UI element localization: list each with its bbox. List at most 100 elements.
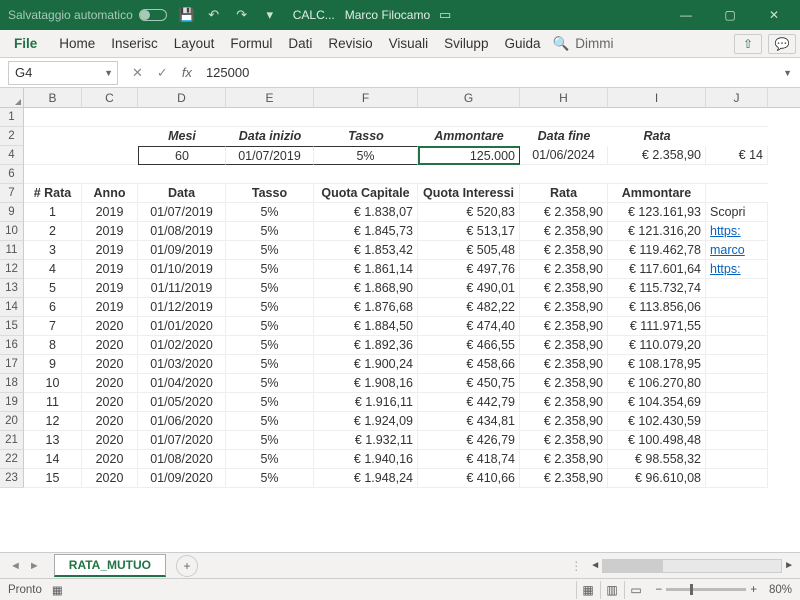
cell-data[interactable]: 01/11/2019 — [138, 279, 226, 298]
cell-tasso[interactable]: 5% — [226, 260, 314, 279]
cell-anno[interactable]: 2019 — [82, 298, 138, 317]
th-num[interactable]: # Rata — [24, 184, 82, 203]
tab-file[interactable]: File — [4, 36, 51, 51]
cell-num[interactable]: 6 — [24, 298, 82, 317]
minimize-button[interactable]: — — [664, 0, 708, 30]
label-mesi[interactable]: Mesi — [138, 127, 226, 146]
cell-num[interactable]: 5 — [24, 279, 82, 298]
autosave-toggle[interactable]: Salvataggio automatico — [8, 8, 167, 22]
th-qc[interactable]: Quota Capitale — [314, 184, 418, 203]
th-qi[interactable]: Quota Interessi — [418, 184, 520, 203]
cell-data[interactable]: 01/06/2020 — [138, 412, 226, 431]
row-header[interactable]: 9 — [0, 203, 24, 222]
cell[interactable] — [314, 108, 418, 127]
row-header[interactable]: 4 — [0, 146, 24, 165]
cell-quota-interessi[interactable]: € 482,22 — [418, 298, 520, 317]
cell-quota-capitale[interactable]: € 1.876,68 — [314, 298, 418, 317]
cell-rata[interactable]: € 2.358,90 — [520, 241, 608, 260]
cell-rata[interactable]: € 2.358,90 — [520, 298, 608, 317]
cell-tasso[interactable]: 5% — [226, 431, 314, 450]
label-ammontare[interactable]: Ammontare — [418, 127, 520, 146]
cell-rata[interactable]: € 2.358,90 — [520, 355, 608, 374]
cell-quota-capitale[interactable]: € 1.924,09 — [314, 412, 418, 431]
toggle-switch[interactable] — [139, 9, 167, 21]
cell-side[interactable] — [706, 279, 768, 298]
cell-side[interactable] — [706, 336, 768, 355]
cell-num[interactable]: 11 — [24, 393, 82, 412]
comments-button[interactable]: 💬 — [768, 34, 796, 54]
param-data-inizio[interactable]: 01/07/2019 — [226, 146, 314, 165]
cell-quota-interessi[interactable]: € 418,74 — [418, 450, 520, 469]
cell-quota-capitale[interactable]: € 1.900,24 — [314, 355, 418, 374]
cell-tasso[interactable]: 5% — [226, 317, 314, 336]
cell-rata[interactable]: € 2.358,90 — [520, 469, 608, 488]
more-icon[interactable]: ▾ — [263, 8, 277, 22]
cell-num[interactable]: 7 — [24, 317, 82, 336]
th-data[interactable]: Data — [138, 184, 226, 203]
cell-anno[interactable]: 2019 — [82, 222, 138, 241]
cell-anno[interactable]: 2019 — [82, 260, 138, 279]
cell[interactable] — [82, 127, 138, 146]
cell-num[interactable]: 14 — [24, 450, 82, 469]
formula-value[interactable]: 125000 — [206, 65, 783, 80]
cell-ammontare[interactable]: € 98.558,32 — [608, 450, 706, 469]
cell[interactable] — [706, 108, 768, 127]
cell[interactable] — [418, 108, 520, 127]
row-header[interactable]: 2 — [0, 127, 24, 146]
view-page-icon[interactable]: ▥ — [600, 581, 624, 599]
param-mesi[interactable]: 60 — [138, 146, 226, 165]
cell-side[interactable] — [706, 431, 768, 450]
cell-rata[interactable]: € 2.358,90 — [520, 431, 608, 450]
cell-side[interactable] — [706, 374, 768, 393]
cell-data[interactable]: 01/02/2020 — [138, 336, 226, 355]
cell-quota-interessi[interactable]: € 474,40 — [418, 317, 520, 336]
cell-rata[interactable]: € 2.358,90 — [520, 222, 608, 241]
th-tasso[interactable]: Tasso — [226, 184, 314, 203]
param-ammontare[interactable]: 125.000 — [418, 146, 520, 165]
row-header[interactable]: 6 — [0, 165, 24, 184]
cell-anno[interactable]: 2020 — [82, 374, 138, 393]
cell[interactable] — [706, 127, 768, 146]
label-tasso[interactable]: Tasso — [314, 127, 418, 146]
cell-data[interactable]: 01/01/2020 — [138, 317, 226, 336]
cell-data[interactable]: 01/07/2019 — [138, 203, 226, 222]
cell[interactable] — [520, 108, 608, 127]
row-header[interactable]: 12 — [0, 260, 24, 279]
cell-data[interactable]: 01/10/2019 — [138, 260, 226, 279]
th-anno[interactable]: Anno — [82, 184, 138, 203]
cell[interactable] — [24, 165, 82, 184]
row-header[interactable]: 13 — [0, 279, 24, 298]
cell-quota-capitale[interactable]: € 1.861,14 — [314, 260, 418, 279]
cell-ammontare[interactable]: € 119.462,78 — [608, 241, 706, 260]
cell-quota-interessi[interactable]: € 434,81 — [418, 412, 520, 431]
cell-ammontare[interactable]: € 106.270,80 — [608, 374, 706, 393]
cell-quota-interessi[interactable]: € 490,01 — [418, 279, 520, 298]
cell[interactable] — [24, 127, 82, 146]
cell-data[interactable]: 01/04/2020 — [138, 374, 226, 393]
row-header[interactable]: 17 — [0, 355, 24, 374]
tab-revisione[interactable]: Revisio — [320, 36, 380, 51]
label-data-fine[interactable]: Data fine — [520, 127, 608, 146]
cell-quota-interessi[interactable]: € 458,66 — [418, 355, 520, 374]
tab-guida[interactable]: Guida — [496, 36, 548, 51]
tab-dati[interactable]: Dati — [280, 36, 320, 51]
label-data-inizio[interactable]: Data inizio — [226, 127, 314, 146]
cell-quota-capitale[interactable]: € 1.932,11 — [314, 431, 418, 450]
name-box[interactable]: G4▼ — [8, 61, 118, 85]
cell-ammontare[interactable]: € 123.161,93 — [608, 203, 706, 222]
cell-data[interactable]: 01/12/2019 — [138, 298, 226, 317]
cell-rata[interactable]: € 2.358,90 — [520, 260, 608, 279]
col-header[interactable]: G — [418, 88, 520, 107]
zoom-level[interactable]: 80% — [769, 584, 792, 596]
tab-formule[interactable]: Formul — [222, 36, 280, 51]
cell-num[interactable]: 1 — [24, 203, 82, 222]
cell[interactable] — [608, 108, 706, 127]
cell-anno[interactable]: 2020 — [82, 412, 138, 431]
fx-icon[interactable]: fx — [182, 65, 192, 80]
row-header[interactable]: 21 — [0, 431, 24, 450]
cell[interactable] — [314, 165, 418, 184]
row-header[interactable]: 20 — [0, 412, 24, 431]
cell-tasso[interactable]: 5% — [226, 469, 314, 488]
cell-quota-capitale[interactable]: € 1.868,90 — [314, 279, 418, 298]
cell-data[interactable]: 01/08/2019 — [138, 222, 226, 241]
